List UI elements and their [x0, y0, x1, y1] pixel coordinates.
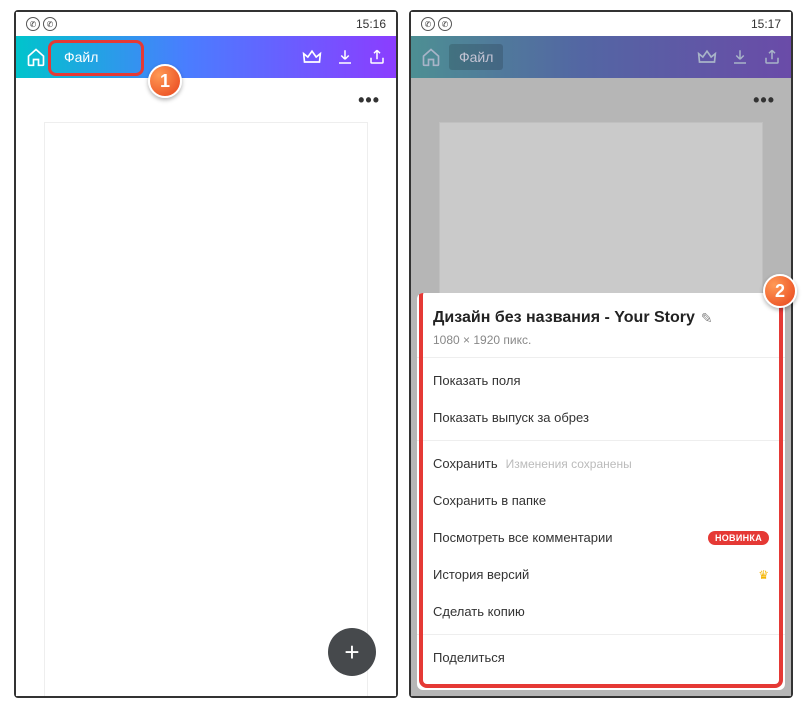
- crown-icon[interactable]: [302, 48, 322, 66]
- clock: 15:16: [356, 17, 386, 31]
- version-history-item[interactable]: История версий ♛: [417, 556, 785, 593]
- download-icon[interactable]: [731, 48, 749, 66]
- viber-icon: ✆: [438, 17, 452, 31]
- more-icon[interactable]: •••: [753, 90, 775, 111]
- save-item[interactable]: СохранитьИзменения сохранены: [417, 445, 785, 482]
- viber-icon: ✆: [26, 17, 40, 31]
- status-bar: ✆ ✆ 15:17: [411, 12, 791, 36]
- file-button[interactable]: Файл: [449, 44, 503, 70]
- show-bleed-item[interactable]: Показать выпуск за обрез: [417, 399, 785, 436]
- crown-icon: ♛: [758, 688, 769, 691]
- pencil-icon[interactable]: ✎: [701, 310, 713, 327]
- share-icon[interactable]: [368, 48, 386, 66]
- share-item[interactable]: Поделиться: [417, 639, 785, 676]
- share-icon[interactable]: [763, 48, 781, 66]
- viber-icon: ✆: [421, 17, 435, 31]
- home-icon[interactable]: [26, 47, 46, 67]
- show-margins-item[interactable]: Показать поля: [417, 362, 785, 399]
- editor-content: ••• +: [16, 78, 396, 696]
- add-button[interactable]: +: [328, 628, 376, 676]
- new-badge: НОВИНКА: [708, 531, 769, 545]
- crown-icon[interactable]: [697, 48, 717, 66]
- callout-1: 1: [148, 64, 182, 98]
- app-toolbar: Файл: [411, 36, 791, 78]
- view-comments-item[interactable]: Посмотреть все комментарии НОВИНКА: [417, 519, 785, 556]
- status-bar: ✆ ✆ 15:16: [16, 12, 396, 36]
- viber-icon: ✆: [43, 17, 57, 31]
- design-dimensions: 1080 × 1920 пикс.: [433, 333, 769, 347]
- resize-item[interactable]: Изменить размер ♛: [417, 676, 785, 690]
- save-to-folder-item[interactable]: Сохранить в папке: [417, 482, 785, 519]
- home-icon[interactable]: [421, 47, 441, 67]
- file-menu-panel: Дизайн без названия - Your Story ✎ 1080 …: [417, 293, 785, 690]
- callout-2: 2: [763, 274, 797, 308]
- design-canvas[interactable]: [44, 122, 368, 696]
- more-icon[interactable]: •••: [358, 90, 380, 111]
- app-toolbar: Файл: [16, 36, 396, 78]
- editor-content: ••• Дизайн без названия - Your Story ✎ 1…: [411, 78, 791, 696]
- download-icon[interactable]: [336, 48, 354, 66]
- crown-icon: ♛: [758, 568, 769, 582]
- design-title: Дизайн без названия - Your Story: [433, 309, 695, 327]
- design-canvas: [439, 122, 763, 302]
- clock: 15:17: [751, 17, 781, 31]
- make-copy-item[interactable]: Сделать копию: [417, 593, 785, 630]
- file-button[interactable]: Файл: [54, 44, 108, 70]
